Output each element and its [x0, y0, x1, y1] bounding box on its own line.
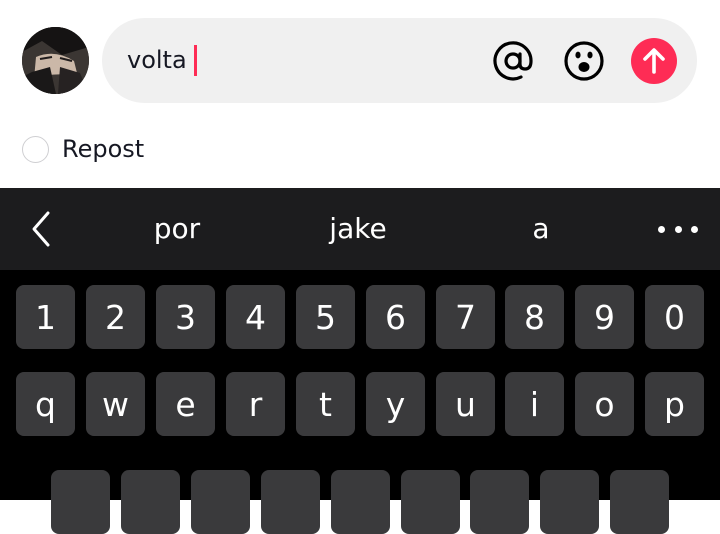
- key-1[interactable]: 1: [16, 285, 75, 349]
- key-row3-4[interactable]: [261, 470, 320, 534]
- suggestion-bar: por jake a: [0, 188, 720, 270]
- repost-radio[interactable]: [22, 135, 49, 163]
- key-r[interactable]: r: [226, 372, 285, 436]
- key-e[interactable]: e: [156, 372, 215, 436]
- arrow-up-icon: [643, 48, 665, 74]
- user-avatar: [22, 27, 89, 94]
- key-4[interactable]: 4: [226, 285, 285, 349]
- key-i[interactable]: i: [505, 372, 564, 436]
- key-row3-9[interactable]: [610, 470, 669, 534]
- at-icon[interactable]: [492, 40, 534, 82]
- key-8[interactable]: 8: [505, 285, 564, 349]
- repost-label: Repost: [62, 135, 145, 163]
- keyboard: por jake a 1 2 3 4 5 6 7 8 9 0 q w e r t…: [0, 188, 720, 534]
- key-o[interactable]: o: [575, 372, 634, 436]
- key-t[interactable]: t: [296, 372, 355, 436]
- key-p[interactable]: p: [645, 372, 704, 436]
- key-7[interactable]: 7: [436, 285, 495, 349]
- key-y[interactable]: y: [366, 372, 425, 436]
- key-row3-8[interactable]: [540, 470, 599, 534]
- send-button[interactable]: [631, 38, 677, 84]
- key-row3-1[interactable]: [51, 470, 110, 534]
- suggestion-2[interactable]: jake: [278, 210, 438, 248]
- key-6[interactable]: 6: [366, 285, 425, 349]
- key-w[interactable]: w: [86, 372, 145, 436]
- key-row3-5[interactable]: [331, 470, 390, 534]
- repost-option[interactable]: Repost: [22, 133, 144, 165]
- key-5[interactable]: 5: [296, 285, 355, 349]
- key-row3-7[interactable]: [470, 470, 529, 534]
- avatar-image: [22, 27, 89, 94]
- key-row3-3[interactable]: [191, 470, 250, 534]
- emoji-icon[interactable]: [563, 40, 605, 82]
- comment-input-value[interactable]: volta: [127, 46, 187, 74]
- suggestion-1[interactable]: por: [97, 210, 257, 248]
- key-2[interactable]: 2: [86, 285, 145, 349]
- key-row3-2[interactable]: [121, 470, 180, 534]
- key-0[interactable]: 0: [645, 285, 704, 349]
- text-caret: [194, 45, 197, 76]
- key-q[interactable]: q: [16, 372, 75, 436]
- key-9[interactable]: 9: [575, 285, 634, 349]
- suggestion-3[interactable]: a: [461, 210, 621, 248]
- key-u[interactable]: u: [436, 372, 495, 436]
- chevron-left-icon[interactable]: [28, 210, 54, 248]
- key-row3-6[interactable]: [401, 470, 460, 534]
- ellipsis-icon[interactable]: [658, 216, 698, 242]
- key-3[interactable]: 3: [156, 285, 215, 349]
- comment-input[interactable]: volta: [102, 18, 697, 103]
